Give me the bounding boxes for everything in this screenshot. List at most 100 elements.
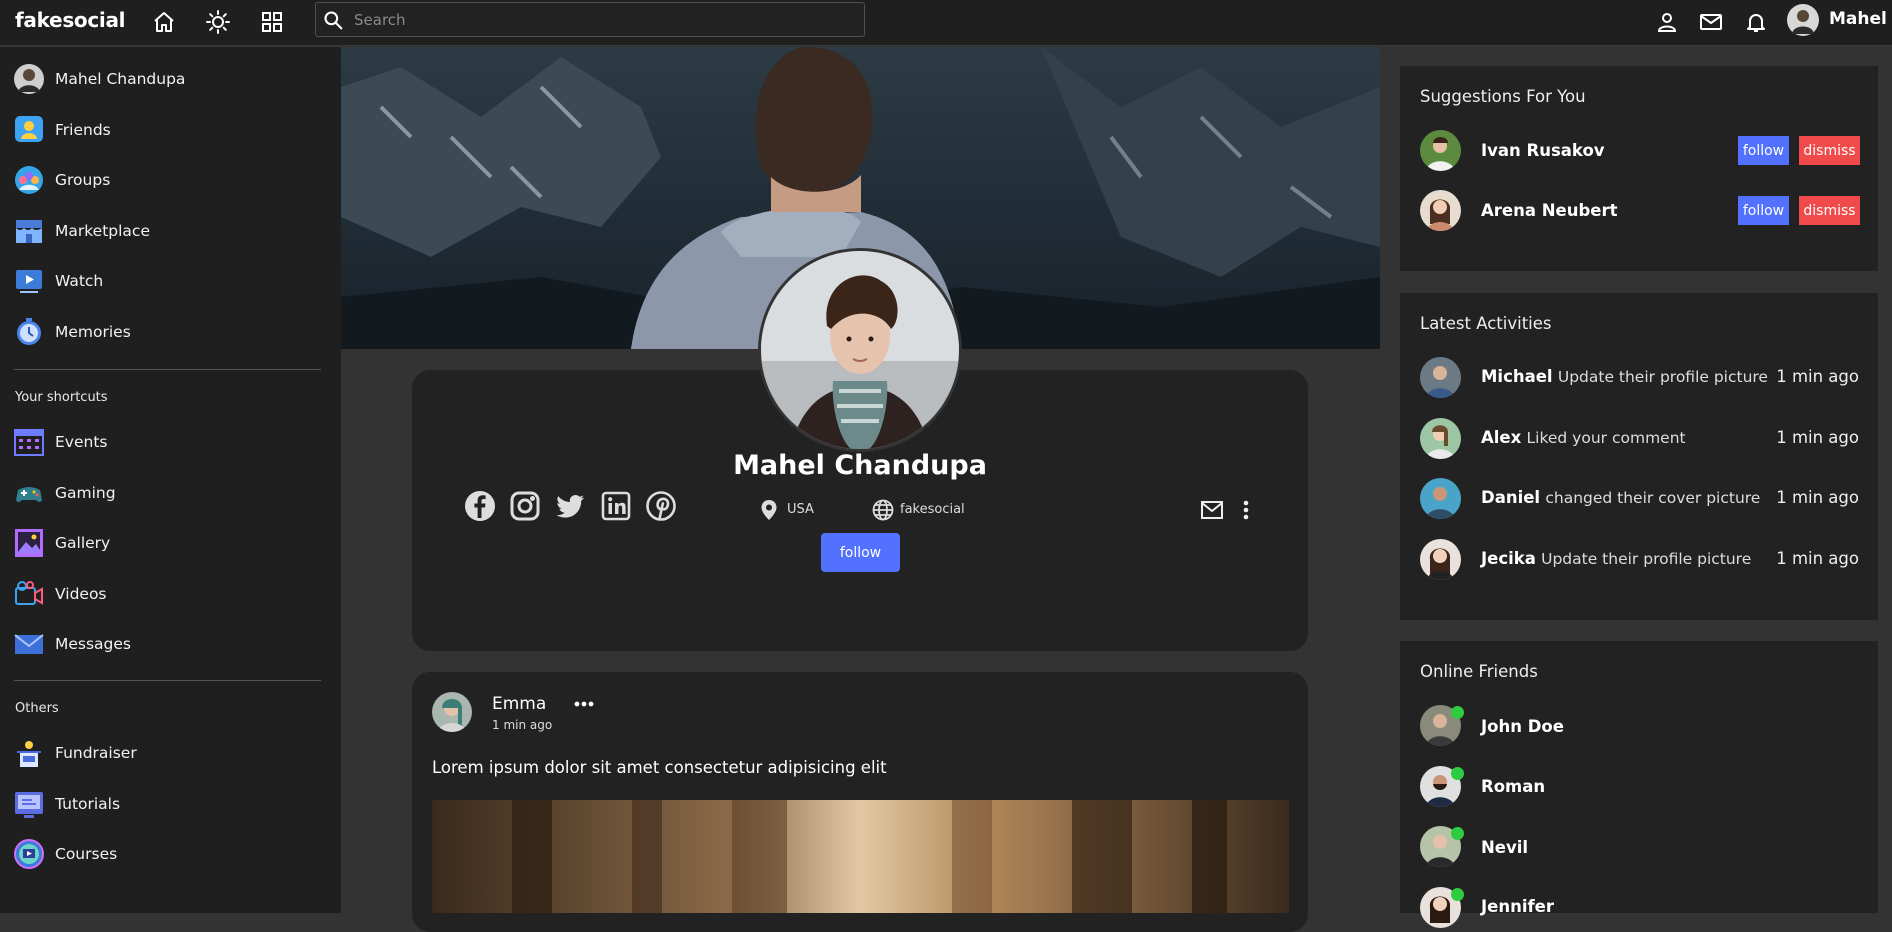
marketplace-icon xyxy=(14,216,44,246)
sidebar-item-profile[interactable]: Mahel Chandupa xyxy=(14,62,324,96)
pinterest-icon[interactable] xyxy=(645,490,677,522)
others-heading: Others xyxy=(15,701,59,716)
linkedin-icon[interactable] xyxy=(600,490,632,522)
profile-avatar[interactable] xyxy=(758,248,962,452)
activity-item: Daniel changed their cover picture xyxy=(1481,488,1760,507)
search-icon xyxy=(323,10,343,30)
groups-icon xyxy=(14,165,44,195)
user-menu[interactable]: Mahel xyxy=(1787,4,1892,36)
avatar[interactable] xyxy=(1420,190,1461,231)
suggestion-name[interactable]: Ivan Rusakov xyxy=(1481,141,1605,160)
suggestions-title: Suggestions For You xyxy=(1420,87,1586,106)
brand-logo[interactable]: fakesocial xyxy=(15,8,126,32)
sidebar-divider xyxy=(14,369,321,370)
friend-name[interactable]: Roman xyxy=(1481,777,1545,796)
sidebar-item-label: Messages xyxy=(55,635,132,653)
search-input[interactable] xyxy=(354,3,854,36)
user-name: Mahel xyxy=(1829,9,1887,29)
suggestion-name[interactable]: Arena Neubert xyxy=(1481,201,1618,220)
profile-name: Mahel Chandupa xyxy=(733,450,987,481)
facebook-icon[interactable] xyxy=(464,490,496,522)
sidebar-item-tutorials[interactable]: Tutorials xyxy=(14,787,324,821)
activity-user[interactable]: Jecika xyxy=(1481,549,1536,568)
online-friends-title: Online Friends xyxy=(1420,662,1538,681)
friend-name[interactable]: Nevil xyxy=(1481,838,1528,857)
activity-time: 1 min ago xyxy=(1776,488,1859,507)
twitter-icon[interactable] xyxy=(554,490,586,522)
profile-location: USA xyxy=(787,502,814,517)
sidebar-item-label: Friends xyxy=(55,121,111,139)
sidebar-item-gaming[interactable]: Gaming xyxy=(14,476,324,510)
sidebar-item-label: Tutorials xyxy=(55,795,121,813)
left-sidebar: Mahel Chandupa Friends Groups Marketplac… xyxy=(0,47,341,913)
fundraiser-icon xyxy=(14,738,44,768)
online-status-dot xyxy=(1451,827,1464,840)
friend-name[interactable]: Jennifer xyxy=(1481,897,1554,916)
mail-icon[interactable] xyxy=(1699,10,1723,34)
memories-icon xyxy=(14,317,44,347)
activity-text: Liked your comment xyxy=(1526,429,1686,447)
profile-website[interactable]: fakesocial xyxy=(900,502,965,517)
gaming-icon xyxy=(14,478,44,508)
avatar[interactable] xyxy=(1420,418,1461,459)
avatar[interactable] xyxy=(1420,357,1461,398)
online-status-dot xyxy=(1451,706,1464,719)
avatar[interactable] xyxy=(432,692,472,732)
sidebar-item-marketplace[interactable]: Marketplace xyxy=(14,214,324,248)
activity-user[interactable]: Michael xyxy=(1481,367,1553,386)
activity-item: Alex Liked your comment xyxy=(1481,428,1686,447)
sidebar-item-friends[interactable]: Friends xyxy=(14,113,324,147)
post-author[interactable]: Emma xyxy=(492,694,546,714)
friends-icon xyxy=(14,115,44,145)
more-horizontal-icon[interactable] xyxy=(573,698,595,710)
sidebar-item-groups[interactable]: Groups xyxy=(14,163,324,197)
follow-button[interactable]: follow xyxy=(821,533,900,572)
sidebar-item-videos[interactable]: Videos xyxy=(14,577,324,611)
sidebar-item-label: Courses xyxy=(55,845,118,863)
post-text: Lorem ipsum dolor sit amet consectetur a… xyxy=(432,758,887,777)
online-status-dot xyxy=(1451,888,1464,901)
globe-icon xyxy=(872,499,894,521)
sidebar-item-memories[interactable]: Memories xyxy=(14,315,324,349)
friend-name[interactable]: John Doe xyxy=(1481,717,1564,736)
sidebar-item-gallery[interactable]: Gallery xyxy=(14,526,324,560)
sidebar-item-courses[interactable]: Courses xyxy=(14,837,324,871)
person-icon[interactable] xyxy=(1655,10,1679,34)
sidebar-item-label: Marketplace xyxy=(55,222,150,240)
activity-user[interactable]: Alex xyxy=(1481,428,1521,447)
avatar[interactable] xyxy=(1420,130,1461,171)
watch-icon xyxy=(14,266,44,296)
post-image[interactable] xyxy=(432,800,1289,913)
sidebar-item-watch[interactable]: Watch xyxy=(14,264,324,298)
post-timestamp: 1 min ago xyxy=(492,718,553,732)
activity-time: 1 min ago xyxy=(1776,367,1859,386)
sidebar-item-fundraiser[interactable]: Fundraiser xyxy=(14,736,324,770)
avatar[interactable] xyxy=(1420,478,1461,519)
sidebar-item-messages[interactable]: Messages xyxy=(14,627,324,661)
activity-text: Update their profile picture xyxy=(1557,368,1768,386)
activities-title: Latest Activities xyxy=(1420,314,1552,333)
follow-button[interactable]: follow xyxy=(1738,196,1789,225)
shortcuts-heading: Your shortcuts xyxy=(15,390,108,405)
activity-time: 1 min ago xyxy=(1776,549,1859,568)
bell-icon[interactable] xyxy=(1744,10,1768,34)
dismiss-button[interactable]: dismiss xyxy=(1799,136,1860,165)
activity-user[interactable]: Daniel xyxy=(1481,488,1540,507)
more-vertical-icon[interactable] xyxy=(1241,499,1251,521)
search-bar xyxy=(315,2,865,37)
home-icon[interactable] xyxy=(152,10,176,34)
dismiss-button[interactable]: dismiss xyxy=(1799,196,1860,225)
sidebar-item-label: Watch xyxy=(55,272,104,290)
instagram-icon[interactable] xyxy=(509,490,541,522)
apps-grid-icon[interactable] xyxy=(260,10,284,34)
sidebar-item-label: Gallery xyxy=(55,534,111,552)
sidebar-divider xyxy=(14,680,321,681)
sidebar-item-events[interactable]: Events xyxy=(14,425,324,459)
location-pin-icon xyxy=(759,499,779,521)
avatar xyxy=(1787,4,1819,36)
activities-card xyxy=(1400,293,1878,620)
theme-toggle-icon[interactable] xyxy=(206,10,230,34)
mail-icon[interactable] xyxy=(1201,501,1223,519)
avatar[interactable] xyxy=(1420,539,1461,580)
follow-button[interactable]: follow xyxy=(1738,136,1789,165)
